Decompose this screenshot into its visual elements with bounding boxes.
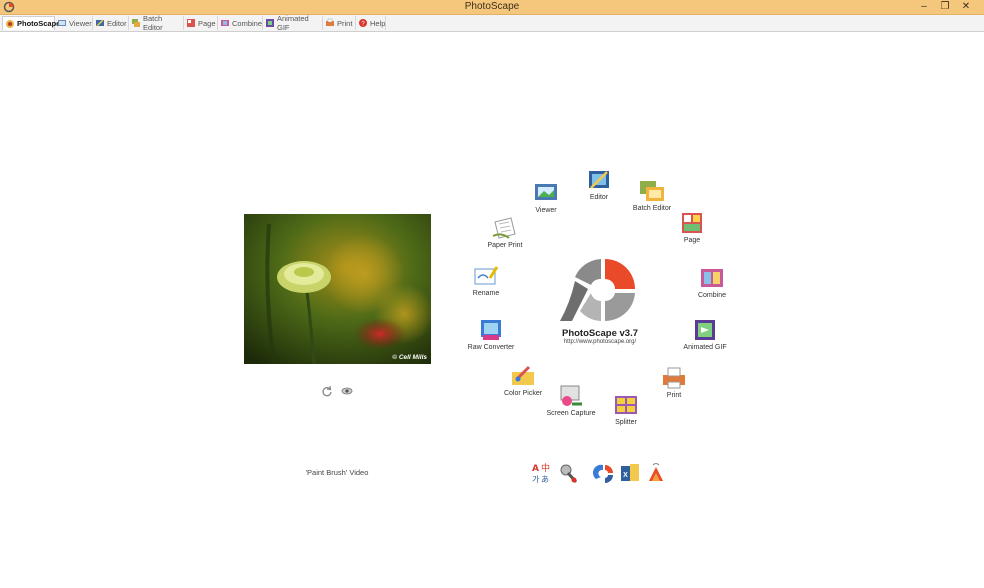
hub-raw-converter[interactable]: Raw Converter — [456, 318, 526, 351]
tab-animated-gif[interactable]: Animated GIF — [263, 14, 323, 32]
hub-label: Rename — [472, 290, 500, 297]
rename-icon — [474, 266, 499, 285]
color-picker-icon — [512, 365, 534, 385]
featured-photo[interactable]: © Cell Mills — [244, 214, 431, 364]
tab-editor[interactable]: Editor — [93, 16, 129, 30]
hub-label: Splitter — [615, 419, 637, 426]
photoscape-x-icon[interactable]: X — [619, 461, 641, 485]
minimize-icon: – — [921, 1, 927, 12]
minimize-button[interactable]: – — [916, 0, 932, 13]
restore-button[interactable]: ❐ — [937, 0, 953, 13]
page-icon — [682, 213, 702, 233]
editor-icon — [96, 19, 104, 27]
tab-viewer[interactable]: Viewer — [55, 16, 93, 30]
tab-bar: PhotoScape Viewer Editor Batch Editor Pa… — [0, 14, 984, 32]
close-icon: ✕ — [961, 1, 971, 12]
tools-icon[interactable] — [558, 461, 580, 485]
hub-paper-print[interactable]: Paper Print — [470, 216, 540, 249]
hub-page[interactable]: Page — [657, 211, 727, 244]
editor-icon — [589, 171, 609, 189]
splitter-icon — [615, 396, 637, 414]
hub-label: Combine — [697, 292, 726, 299]
hub-label: Screen Capture — [546, 410, 596, 417]
restore-icon: ❐ — [940, 1, 950, 12]
svg-text:A: A — [532, 464, 539, 474]
hub-color-picker[interactable]: Color Picker — [488, 364, 558, 397]
svg-text:가: 가 — [532, 475, 540, 484]
tab-label: Editor — [107, 18, 127, 28]
svg-text:X: X — [623, 472, 628, 479]
print-icon — [326, 18, 334, 26]
tab-label: Batch Editor — [143, 14, 163, 32]
combine-icon — [221, 20, 229, 26]
help-icon: ? — [359, 19, 367, 28]
animated-gif-icon — [266, 19, 274, 27]
batch-editor-icon — [640, 181, 664, 201]
close-button[interactable]: ✕ — [958, 0, 974, 13]
language-icon[interactable]: A 中 가 あ — [531, 461, 553, 485]
tab-label: PhotoScape — [17, 19, 61, 28]
print-icon — [663, 367, 685, 389]
viewer-icon — [58, 20, 66, 26]
tab-photoscape[interactable]: PhotoScape — [2, 16, 60, 30]
logo-title: PhotoScape v3.7 — [561, 328, 639, 339]
refresh-icon[interactable] — [321, 385, 333, 397]
bell-icon[interactable] — [645, 461, 667, 485]
paper-print-icon — [492, 217, 516, 239]
eye-icon[interactable] — [341, 385, 353, 397]
tab-print[interactable]: Print — [323, 16, 356, 30]
tab-help[interactable]: ? Help — [356, 16, 386, 30]
hub-label: Page — [683, 237, 701, 244]
title-bar: PhotoScape – ❐ ✕ — [0, 0, 984, 15]
hub-batch-editor[interactable]: Batch Editor — [617, 179, 687, 212]
tab-combine[interactable]: Combine — [218, 16, 263, 30]
flower-photo-image — [244, 214, 431, 364]
animated-gif-icon — [695, 320, 715, 340]
tab-label: Page — [198, 18, 216, 28]
tab-label: Print — [337, 18, 353, 28]
photoscape-app-icon[interactable] — [593, 461, 615, 485]
tab-label: Viewer — [69, 18, 92, 28]
tab-batch-editor[interactable]: Batch Editor — [129, 14, 184, 32]
page-icon — [187, 19, 195, 27]
photoscape-logo — [560, 259, 635, 322]
hub-combine[interactable]: Combine — [677, 266, 747, 299]
batch-editor-icon — [132, 19, 140, 27]
hub-label: Animated GIF — [683, 344, 727, 351]
window-title: PhotoScape — [464, 1, 520, 12]
svg-text:中: 中 — [541, 462, 550, 474]
photo-credit: © Cell Mills — [392, 354, 427, 361]
hub-label: Raw Converter — [467, 344, 515, 351]
viewer-icon — [535, 184, 557, 200]
tab-label: Animated GIF — [277, 14, 309, 32]
hub-rename[interactable]: Rename — [451, 264, 521, 297]
raw-converter-icon — [481, 320, 501, 340]
photoscape-icon — [6, 19, 14, 28]
logo-url[interactable]: http://www.photoscape.org/ — [530, 339, 670, 345]
hub-animated-gif[interactable]: Animated GIF — [670, 318, 740, 351]
tab-label: Combine — [232, 18, 263, 28]
hub-label: Color Picker — [503, 390, 543, 397]
svg-text:あ: あ — [541, 475, 549, 484]
paint-brush-video-link[interactable]: 'Paint Brush' Video — [300, 468, 374, 477]
combine-icon — [701, 269, 723, 287]
hub-label: Paper Print — [487, 242, 523, 249]
tab-page[interactable]: Page — [184, 16, 218, 30]
screen-capture-icon — [560, 385, 582, 406]
hub-label: Viewer — [535, 207, 557, 214]
tab-label: Help — [370, 18, 386, 28]
